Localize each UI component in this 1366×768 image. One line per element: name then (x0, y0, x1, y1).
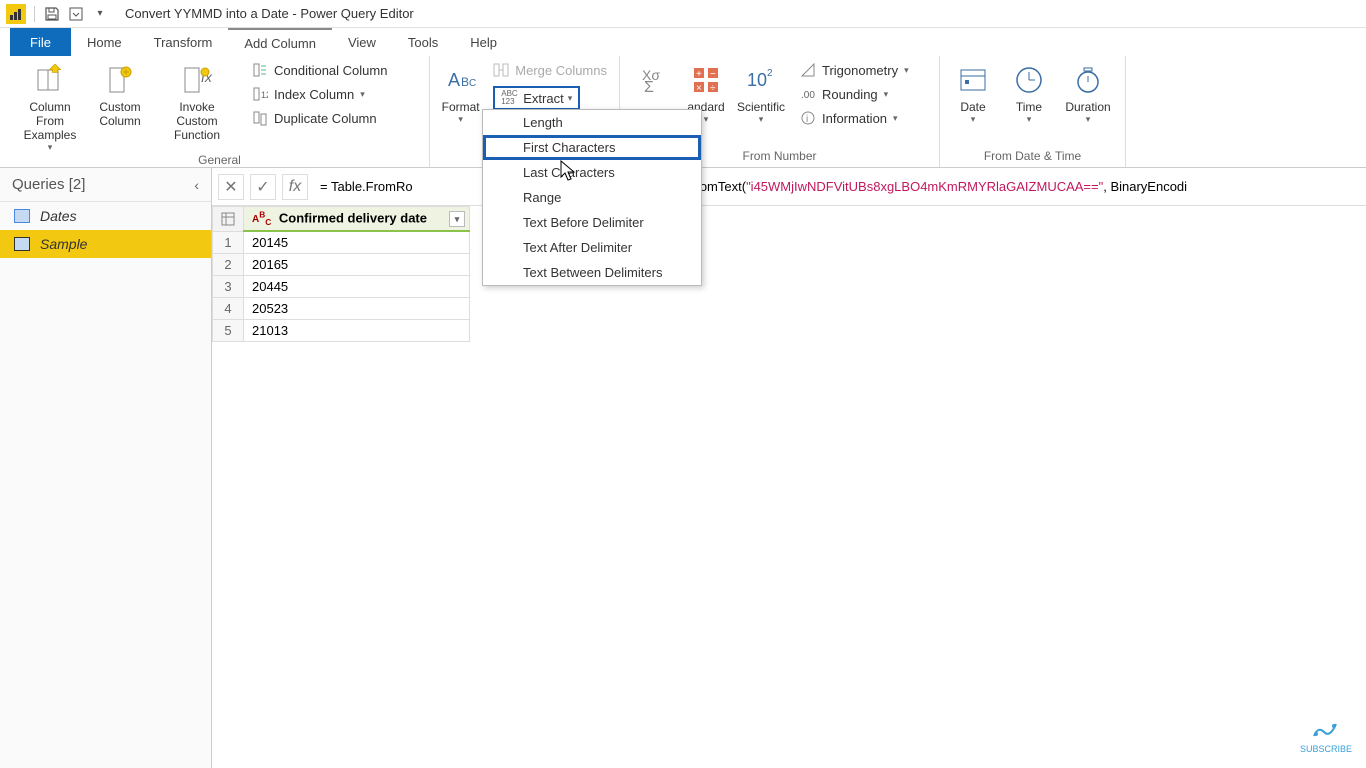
row-number[interactable]: 1 (213, 231, 244, 254)
qat-dropdown-icon[interactable] (67, 5, 85, 23)
formula-text[interactable]: = Table.FromRoxxxxxxxxxxxxxxxxxxxxxxxxxx… (314, 179, 1360, 195)
column-filter-button[interactable]: ▾ (449, 211, 465, 227)
conditional-column-button[interactable]: Conditional Column (248, 60, 391, 80)
svg-text:−: − (710, 69, 716, 80)
save-icon[interactable] (43, 5, 61, 23)
query-item-sample[interactable]: Sample (0, 230, 211, 258)
svg-text:B: B (461, 75, 469, 89)
collapse-queries-icon[interactable]: ‹ (194, 177, 199, 193)
svg-text:2: 2 (767, 68, 773, 79)
svg-text:.00: .00 (801, 90, 815, 101)
formula-bar: ✕ ✓ fx = Table.FromRoxxxxxxxxxxxxxxxxxxx… (212, 168, 1366, 206)
queries-panel: Queries [2] ‹ Dates Sample (0, 168, 212, 768)
svg-text:10: 10 (747, 70, 767, 90)
svg-text:C: C (469, 78, 476, 89)
cell[interactable]: 20145 (244, 231, 470, 254)
svg-text:123: 123 (261, 90, 268, 100)
ribbon-tabs: File Home Transform Add Column View Tool… (0, 28, 1366, 56)
svg-text:+: + (696, 69, 702, 80)
table-icon (14, 209, 30, 223)
cell[interactable]: 20445 (244, 276, 470, 298)
window-title: Convert YYMMD into a Date - Power Query … (125, 6, 414, 21)
menu-item-text-between-delimiters[interactable]: Text Between Delimiters (483, 260, 701, 285)
date-button[interactable]: Date (948, 60, 998, 125)
extract-dropdown-menu: Length First Characters Last Characters … (482, 109, 702, 286)
fx-button[interactable]: fx (282, 174, 308, 200)
column-from-examples-button[interactable]: Column From Examples (18, 60, 82, 153)
menu-item-first-characters[interactable]: First Characters (483, 135, 701, 160)
statistics-button[interactable]: ΧσΣ (628, 60, 676, 114)
title-bar: ▾ Convert YYMMD into a Date - Power Quer… (0, 0, 1366, 28)
index-column-button[interactable]: 123 Index Column ▾ (248, 84, 391, 104)
group-label-general: General (18, 153, 421, 169)
scientific-button[interactable]: 102 Scientific (736, 60, 786, 125)
cell[interactable]: 21013 (244, 320, 470, 342)
app-icon (6, 4, 26, 24)
data-grid: ABC Confirmed delivery date ▾ 120145 220… (212, 206, 1366, 342)
svg-text:i: i (806, 114, 808, 125)
row-number[interactable]: 5 (213, 320, 244, 342)
qat-customize-icon[interactable]: ▾ (91, 5, 109, 23)
cancel-formula-button[interactable]: ✕ (218, 174, 244, 200)
cell[interactable]: 20165 (244, 254, 470, 276)
svg-text:×: × (696, 83, 702, 94)
query-item-dates[interactable]: Dates (0, 202, 211, 230)
row-number[interactable]: 4 (213, 298, 244, 320)
queries-header-label: Queries [2] (12, 176, 85, 193)
tab-tools[interactable]: Tools (392, 28, 454, 56)
column-type-icon: ABC (252, 214, 271, 225)
menu-item-last-characters[interactable]: Last Characters (483, 160, 701, 185)
tab-help[interactable]: Help (454, 28, 513, 56)
group-label-from-datetime: From Date & Time (948, 149, 1117, 165)
format-button[interactable]: ABC Format (438, 60, 483, 125)
tab-file[interactable]: File (10, 28, 71, 56)
invoke-custom-function-button[interactable]: fx Invoke Custom Function (158, 60, 236, 142)
time-button[interactable]: Time (1004, 60, 1054, 125)
duration-button[interactable]: Duration (1060, 60, 1116, 125)
table-icon (14, 237, 30, 251)
tab-transform[interactable]: Transform (138, 28, 229, 56)
accept-formula-button[interactable]: ✓ (250, 174, 276, 200)
cell[interactable]: 20523 (244, 298, 470, 320)
menu-item-text-before-delimiter[interactable]: Text Before Delimiter (483, 210, 701, 235)
row-number[interactable]: 2 (213, 254, 244, 276)
menu-item-length[interactable]: Length (483, 110, 701, 135)
information-button[interactable]: i Information▾ (796, 108, 913, 128)
select-all-corner[interactable] (213, 207, 244, 232)
svg-text:A: A (448, 70, 460, 90)
tab-home[interactable]: Home (71, 28, 138, 56)
svg-text:Σ: Σ (644, 79, 654, 96)
extract-button[interactable]: ABC123 Extract ▾ (489, 84, 611, 112)
column-header-confirmed-delivery-date[interactable]: ABC Confirmed delivery date ▾ (244, 207, 470, 232)
custom-column-button[interactable]: Custom Column (88, 60, 152, 128)
svg-text:÷: ÷ (710, 83, 716, 94)
subscribe-watermark: SUBSCRIBE (1300, 716, 1352, 754)
menu-item-range[interactable]: Range (483, 185, 701, 210)
menu-item-text-after-delimiter[interactable]: Text After Delimiter (483, 235, 701, 260)
rounding-button[interactable]: .00 Rounding▾ (796, 84, 913, 104)
duplicate-column-button[interactable]: Duplicate Column (248, 108, 391, 128)
merge-columns-button[interactable]: Merge Columns (489, 60, 611, 80)
trigonometry-button[interactable]: Trigonometry▾ (796, 60, 913, 80)
tab-view[interactable]: View (332, 28, 392, 56)
row-number[interactable]: 3 (213, 276, 244, 298)
tab-add-column[interactable]: Add Column (228, 28, 332, 56)
ribbon: Column From Examples Custom Column fx In… (0, 56, 1366, 168)
